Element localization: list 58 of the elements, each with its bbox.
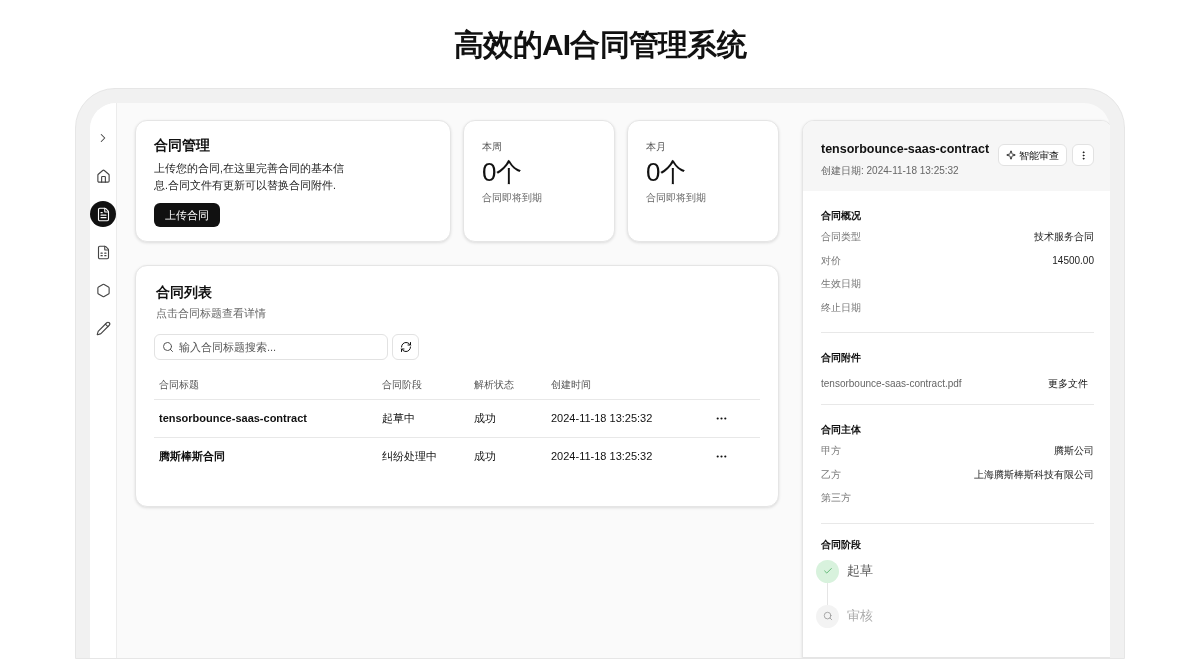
table-cell-text: 成功 <box>474 410 497 426</box>
refresh-icon <box>399 340 412 353</box>
field-value: 上海腾斯棒斯科技有限公司 <box>974 467 1094 482</box>
field-label: 终止日期 <box>821 300 861 315</box>
card-subtitle: 点击合同标题查看详情 <box>156 306 267 321</box>
contract-title-link[interactable]: 腾斯棒斯合同 <box>159 448 382 465</box>
column-header: 合同阶段 <box>382 377 423 392</box>
refresh-button[interactable] <box>392 333 419 360</box>
table-cell-text: 成功 <box>474 449 497 465</box>
search-icon <box>822 611 833 621</box>
search-icon <box>162 340 174 353</box>
section-title: 合同概况 <box>821 209 862 223</box>
field-label: 生效日期 <box>821 277 861 291</box>
attachment-link[interactable]: tensorbounce-saas-contract.pdf <box>821 375 962 391</box>
section-title: 合同阶段 <box>821 537 862 552</box>
home-icon <box>95 168 111 184</box>
spreadsheet-icon <box>95 244 111 260</box>
field-label: 甲方 <box>821 444 841 458</box>
section-title: 合同主体 <box>821 423 862 437</box>
stat-value: 0个 <box>482 156 524 188</box>
pencil-icon <box>95 320 111 336</box>
review-button[interactable]: 智能审查 <box>998 144 1067 166</box>
field-label: 第三方 <box>821 491 851 505</box>
stat-label: 本周 <box>482 140 503 154</box>
field-label: 合同类型 <box>821 230 861 244</box>
field-label: 对价 <box>821 253 841 268</box>
stat-caption: 合同即将到期 <box>482 191 543 205</box>
page-headline: 高效的AI合同管理系统 <box>454 26 746 63</box>
column-header: 解析状态 <box>474 377 515 392</box>
table-cell-text: 起草中 <box>382 410 416 426</box>
stat-value: 0个 <box>646 156 688 188</box>
field-value: 腾斯公司 <box>1054 444 1094 458</box>
upload-button[interactable]: 上传合同 <box>154 203 220 227</box>
stage-label: 审核 <box>847 607 873 626</box>
card-description: 上传您的合同,在这里完善合同的基本信息.合同文件有更新可以替换合同附件. <box>154 161 345 193</box>
section-title: 合同附件 <box>821 351 862 365</box>
document-icon <box>95 206 111 222</box>
column-header: 合同标题 <box>159 377 200 392</box>
created-date: 创建日期: 2024-11-18 13:25:32 <box>821 163 960 178</box>
search-field[interactable]: 输入合同标题搜索... <box>154 333 388 360</box>
card-title: 合同列表 <box>156 283 213 302</box>
detail-title: tensorbounce-saas-contract <box>821 141 990 158</box>
field-label: 乙方 <box>821 467 841 482</box>
check-icon <box>822 566 833 576</box>
card-title: 合同管理 <box>154 136 211 155</box>
more-files-link[interactable]: 更多文件 <box>1048 375 1088 391</box>
stage-label: 起草 <box>847 562 873 581</box>
table-cell-text: 2024-11-18 13:25:32 <box>551 410 654 426</box>
stat-label: 本月 <box>646 140 667 154</box>
table-cell-text: 纠纷处理中 <box>382 449 438 465</box>
field-value: 技术服务合同 <box>1034 230 1094 244</box>
table-cell-text: 2024-11-18 13:25:32 <box>551 449 654 465</box>
column-header: 创建时间 <box>551 377 592 392</box>
stat-caption: 合同即将到期 <box>646 191 707 205</box>
contract-title-link[interactable]: tensorbounce-saas-contract <box>159 409 382 427</box>
sidebar-item[interactable] <box>90 201 116 227</box>
sparkle-icon <box>1006 150 1016 160</box>
field-value: 14500.00 <box>1052 253 1094 268</box>
